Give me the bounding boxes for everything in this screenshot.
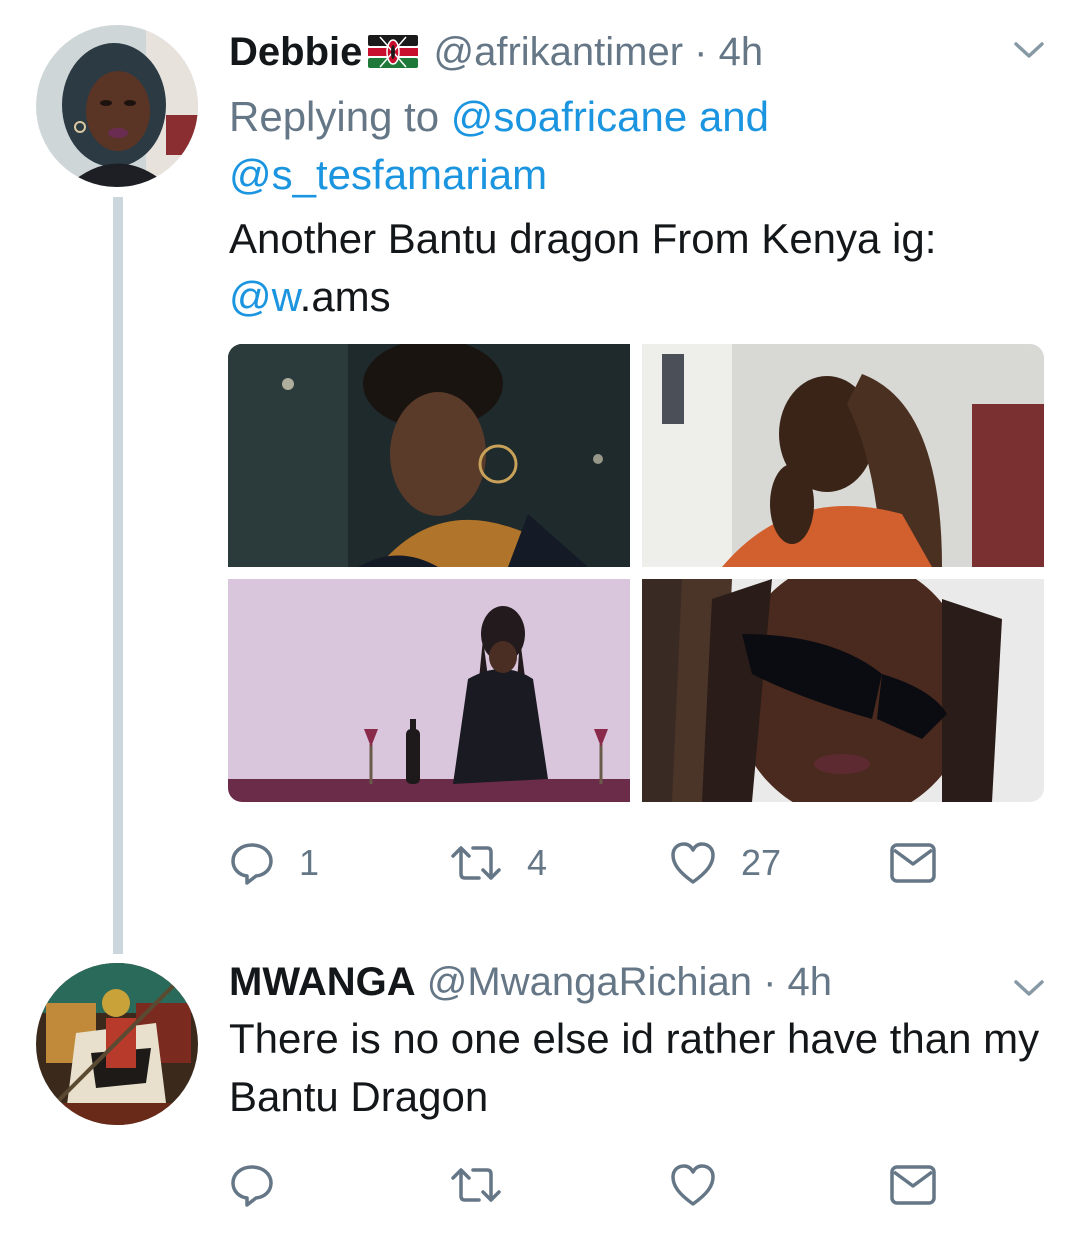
reply-button[interactable] xyxy=(229,1160,299,1210)
tweet-header: MWANGA @MwangaRichian · 4h xyxy=(229,958,832,1006)
kenya-flag-icon xyxy=(368,35,419,68)
reply-count: 1 xyxy=(299,842,320,883)
retweet-icon xyxy=(451,846,501,880)
like-icon xyxy=(671,842,715,884)
retweet-icon xyxy=(451,1168,501,1202)
tweet-text-tail: .ams xyxy=(299,273,391,320)
author-name[interactable]: MWANGA xyxy=(229,960,416,1004)
separator: · xyxy=(763,960,777,1004)
tweet-text-line: Another Bantu dragon From Kenya ig: xyxy=(229,215,937,262)
tweet-actions xyxy=(229,1160,989,1210)
direct-message-icon xyxy=(890,1165,936,1205)
separator: · xyxy=(694,30,708,74)
photo-image xyxy=(642,579,1044,802)
reply-icon xyxy=(231,1165,273,1207)
photo-image xyxy=(228,344,630,567)
direct-message-button[interactable] xyxy=(889,1160,937,1210)
timestamp[interactable]: 4h xyxy=(719,30,764,74)
avatar[interactable] xyxy=(36,25,198,187)
media-photo[interactable] xyxy=(228,579,630,802)
author-handle[interactable]: @MwangaRichian xyxy=(427,960,752,1004)
direct-message-button[interactable] xyxy=(889,838,937,888)
media-photo[interactable] xyxy=(642,579,1044,802)
author-handle[interactable]: @afrikantimer xyxy=(433,30,683,74)
media-photo[interactable] xyxy=(642,344,1044,567)
replying-to: Replying to @soafricane and @s_tesfamari… xyxy=(229,88,1029,204)
author-name[interactable]: Debbie xyxy=(229,30,362,74)
tweet-text-line: @w.ams xyxy=(229,268,1049,326)
tweet-text: There is no one else id rather have than… xyxy=(229,1015,1040,1120)
chevron-down-icon[interactable] xyxy=(1012,978,1046,998)
timestamp[interactable]: 4h xyxy=(788,960,833,1004)
retweet-button[interactable]: 4 xyxy=(449,838,547,888)
reply-icon xyxy=(231,843,273,885)
like-button[interactable] xyxy=(669,1160,741,1210)
photo-image xyxy=(642,344,1044,567)
avatar-image xyxy=(36,963,198,1125)
like-button[interactable]: 27 xyxy=(669,838,781,888)
retweet-count: 4 xyxy=(527,842,548,883)
avatar[interactable] xyxy=(36,963,198,1125)
mention-link[interactable]: @w xyxy=(229,273,300,320)
thread-line xyxy=(113,197,123,954)
avatar-image xyxy=(36,25,198,187)
direct-message-icon xyxy=(890,843,936,883)
retweet-button[interactable] xyxy=(449,1160,527,1210)
tweet-header: Debbie @afrikantimer · 4h xyxy=(229,28,763,76)
tweet-text: Another Bantu dragon From Kenya ig: @w.a… xyxy=(229,210,1049,326)
media-grid xyxy=(228,344,1044,802)
reply-button[interactable]: 1 xyxy=(229,838,319,888)
replying-prefix: Replying to xyxy=(229,93,440,140)
tweet[interactable]: Debbie @afrikantimer · 4h Replying to @s… xyxy=(0,0,1080,954)
tweet-actions: 1 4 27 xyxy=(229,838,989,888)
chevron-down-icon[interactable] xyxy=(1012,40,1046,60)
like-count: 27 xyxy=(741,842,782,883)
tweet[interactable]: MWANGA @MwangaRichian · 4h There is no o… xyxy=(0,950,1080,1242)
media-photo[interactable] xyxy=(228,344,630,567)
photo-image xyxy=(228,579,630,802)
like-icon xyxy=(671,1164,715,1206)
